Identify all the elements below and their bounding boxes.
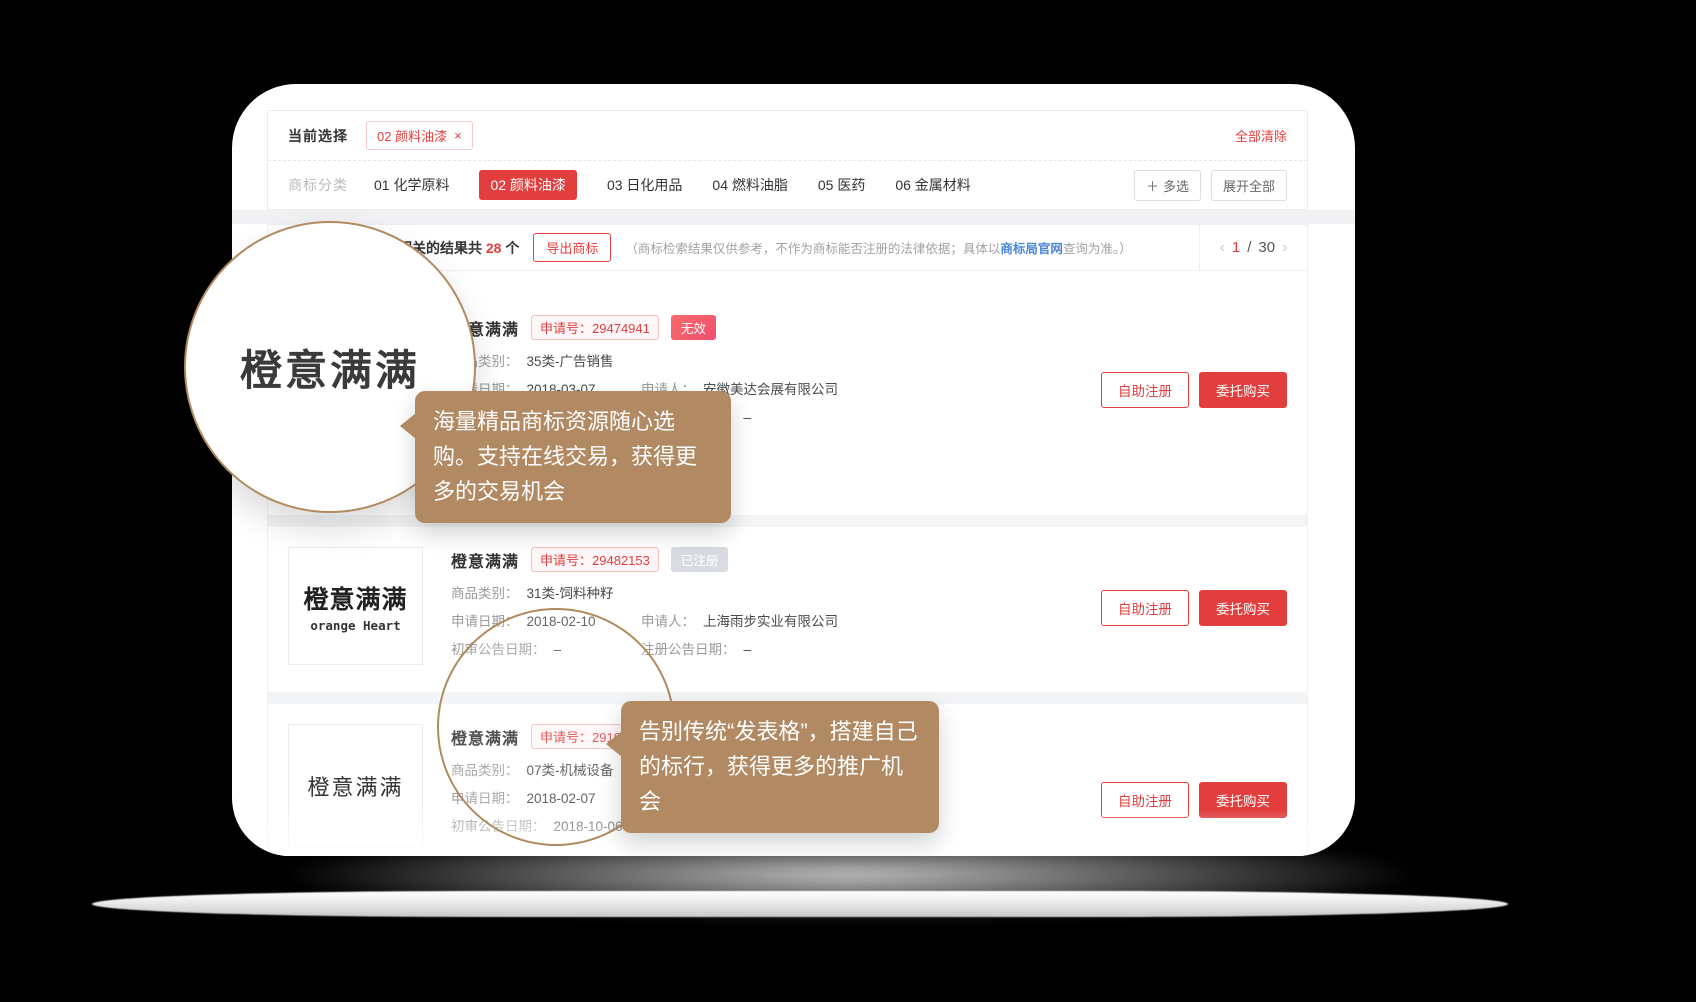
category-item-06[interactable]: 06 金属材料 (895, 175, 970, 195)
tooltip-callout-marketplace: 海量精品商标资源随心选购。支持在线交易，获得更多的交易机会 (415, 391, 731, 523)
status-badge-registered: 已注册 (671, 547, 729, 572)
application-number-label: 申请号： (540, 321, 592, 336)
field-value: 31类-饲料种籽 (527, 584, 614, 604)
row-actions: 自助注册 委托购买 (1101, 724, 1287, 856)
status-badge-invalid: 无效 (671, 315, 716, 340)
self-register-button[interactable]: 自助注册 (1101, 590, 1189, 626)
application-number-value: 29474941 (592, 321, 650, 336)
category-item-04[interactable]: 04 燃料油脂 (712, 175, 787, 195)
clear-all-button[interactable]: 全部清除 (1235, 126, 1287, 145)
results-count: 28 (486, 240, 502, 256)
pagination: ‹ 1 / 30 › (1199, 225, 1307, 270)
selected-filter-tag-label: 02 颜料油漆 (377, 126, 447, 145)
field-value: – (744, 408, 752, 428)
marketing-stage: 当前选择 02 颜料油漆 × 全部清除 商标分类 01 化学原料 02 颜料油漆… (0, 0, 1696, 1002)
disclaimer: （商标检索结果仅供参考，不作为商标能否注册的法律依据；具体以商标局官网查询为准。… (625, 238, 1131, 257)
field-line: 商品类别：35类-广告销售 (451, 352, 1085, 372)
section-divider (232, 210, 1355, 224)
page-current: 1 (1232, 239, 1240, 256)
self-register-button[interactable]: 自助注册 (1101, 782, 1189, 818)
tooltip-callout-promotion: 告别传统“发表格”，搭建自己的标行，获得更多的推广机会 (621, 701, 939, 833)
tooltip-text: 海量精品商标资源随心选购。支持在线交易，获得更多的交易机会 (433, 409, 697, 504)
trademark-image-3[interactable]: 橙意满满 (288, 724, 423, 848)
field-registration-publication: 注册公告日期：– (641, 640, 751, 660)
current-selection-row: 当前选择 02 颜料油漆 × 全部清除 (268, 111, 1307, 161)
category-item-03[interactable]: 03 日化用品 (607, 175, 682, 195)
entrust-purchase-button[interactable]: 委托购买 (1199, 782, 1287, 818)
trademark-image-text: 橙意满满 (303, 580, 407, 616)
application-number-chip: 申请号：29482153 (531, 547, 659, 572)
title-line: 橙意满满 申请号：29482153 已注册 (451, 547, 1085, 572)
application-number-value: 29482153 (592, 553, 650, 568)
results-summary-suffix: 个 (501, 240, 519, 256)
category-label: 商标分类 (288, 175, 348, 195)
field-label: 申请人： (641, 612, 695, 632)
field-category: 商品类别： 31类-饲料种籽 (451, 584, 614, 604)
trademark-image-text: 橙意满满 (307, 770, 403, 802)
row-actions: 自助注册 委托购买 (1101, 547, 1287, 668)
category-item-01[interactable]: 01 化学原料 (374, 175, 449, 195)
field-line: 商品类别： 31类-饲料种籽 (451, 584, 1085, 604)
multi-select-label: 多选 (1163, 176, 1189, 195)
chevron-right-icon[interactable]: › (1282, 239, 1287, 257)
category-item-05[interactable]: 05 医药 (818, 175, 865, 195)
disclaimer-pre: （商标检索结果仅供参考，不作为商标能否注册的法律依据；具体以 (625, 242, 1000, 256)
field-label: 商品类别： (451, 584, 519, 604)
category-filter-row: 商标分类 01 化学原料 02 颜料油漆 03 日化用品 04 燃料油脂 05 … (268, 161, 1307, 209)
expand-all-button[interactable]: 展开全部 (1211, 170, 1287, 201)
field-value: 35类-广告销售 (527, 352, 614, 372)
trademark-image-subtext: orange Heart (310, 618, 400, 633)
export-trademarks-button[interactable]: 导出商标 (533, 233, 611, 262)
trademark-image-2[interactable]: 橙意满满 orange Heart (288, 547, 423, 665)
field-value: 上海雨步实业有限公司 (703, 612, 838, 632)
tooltip-text: 告别传统“发表格”，搭建自己的标行，获得更多的推广机会 (639, 719, 918, 814)
current-selection-label: 当前选择 (288, 126, 348, 146)
filter-panel: 当前选择 02 颜料油漆 × 全部清除 商标分类 01 化学原料 02 颜料油漆… (267, 110, 1308, 210)
page-total: 30 (1258, 239, 1275, 256)
disclaimer-post: 查询为准。） (1063, 242, 1132, 256)
magnified-trademark-text: 橙意满满 (240, 337, 420, 398)
trademark-name[interactable]: 橙意满满 (451, 548, 519, 572)
category-item-02-active[interactable]: 02 颜料油漆 (479, 170, 576, 200)
plus-icon: ＋ (1146, 176, 1159, 195)
selected-filter-tag[interactable]: 02 颜料油漆 × (366, 121, 473, 150)
self-register-button[interactable]: 自助注册 (1101, 372, 1189, 408)
application-number-chip: 申请号：29474941 (531, 315, 659, 340)
field-applicant: 申请人： 上海雨步实业有限公司 (641, 612, 838, 632)
row-actions: 自助注册 委托购买 (1101, 315, 1287, 465)
close-icon[interactable]: × (454, 128, 462, 143)
multi-select-button[interactable]: ＋多选 (1134, 170, 1201, 201)
laptop-base (92, 891, 1508, 917)
field-value: – (744, 640, 752, 660)
application-number-label: 申请号： (540, 553, 592, 568)
result-row-2: 橙意满满 orange Heart 橙意满满 申请号：29482153 已注册 … (268, 527, 1307, 692)
title-line: 橙意满满 申请号：29474941 无效 (451, 315, 1085, 340)
entrust-purchase-button[interactable]: 委托购买 (1199, 372, 1287, 408)
page-separator: / (1247, 239, 1251, 256)
filter-actions: ＋多选 展开全部 (1134, 170, 1287, 201)
entrust-purchase-button[interactable]: 委托购买 (1199, 590, 1287, 626)
chevron-left-icon[interactable]: ‹ (1220, 239, 1225, 257)
field-label: 注册公告日期： (641, 640, 736, 660)
official-site-link[interactable]: 商标局官网 (1000, 242, 1063, 256)
